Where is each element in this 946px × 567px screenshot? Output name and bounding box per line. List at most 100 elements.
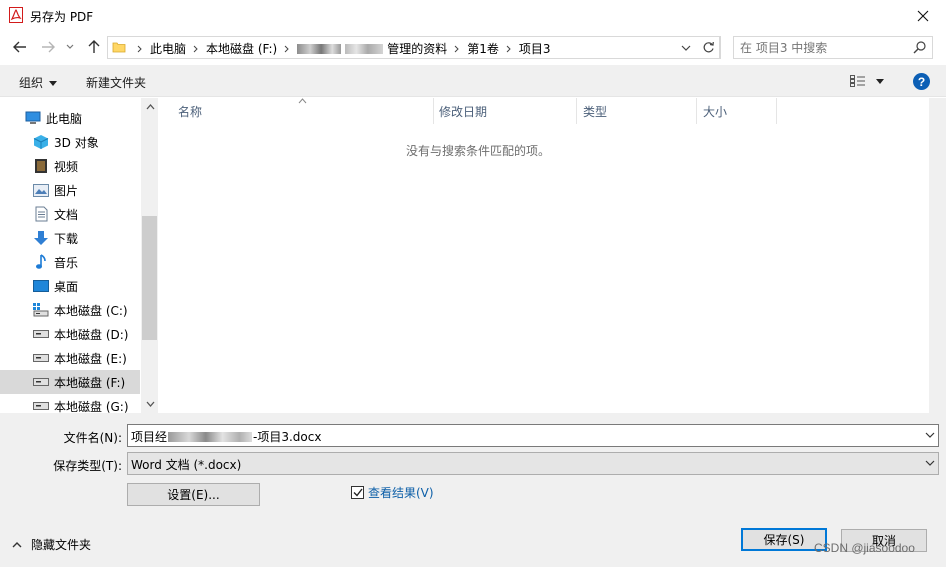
hide-folders-label: 隐藏文件夹 bbox=[31, 538, 92, 552]
pdf-icon bbox=[9, 7, 23, 23]
music-icon bbox=[33, 254, 49, 270]
folder-icon bbox=[112, 42, 126, 53]
close-button[interactable] bbox=[900, 0, 946, 31]
help-button[interactable]: ? bbox=[913, 73, 930, 90]
file-list-scrollbar[interactable] bbox=[929, 98, 946, 413]
command-bar: 组织 新建文件夹 ? bbox=[0, 65, 946, 97]
nav-item-downloads[interactable]: 下载 bbox=[0, 226, 140, 250]
nav-item-desktop[interactable]: 桌面 bbox=[0, 274, 140, 298]
new-folder-button[interactable]: 新建文件夹 bbox=[86, 74, 146, 91]
chevron-right-icon[interactable] bbox=[449, 45, 465, 53]
nav-item-drive-e[interactable]: 本地磁盘 (E:) bbox=[0, 346, 140, 370]
filetype-select[interactable]: Word 文档 (*.docx) bbox=[127, 452, 939, 475]
drive-icon bbox=[33, 374, 49, 390]
nav-item-label: 3D 对象 bbox=[54, 135, 99, 150]
chevron-right-icon[interactable] bbox=[501, 45, 517, 53]
settings-button[interactable]: 设置(E)... bbox=[127, 483, 260, 506]
chevron-right-icon[interactable] bbox=[132, 45, 148, 53]
chevron-up-icon bbox=[12, 542, 22, 548]
breadcrumb: 此电脑 本地磁盘 (F:) 管理的资料 第1卷 项目3 bbox=[132, 40, 553, 57]
breadcrumb-this-pc[interactable]: 此电脑 bbox=[148, 40, 188, 57]
nav-item-label: 下载 bbox=[54, 231, 79, 246]
drive-icon bbox=[33, 350, 49, 366]
nav-item-label: 本地磁盘 (E:) bbox=[54, 351, 127, 366]
column-header-name[interactable]: 名称 bbox=[172, 98, 434, 124]
checkmark-icon bbox=[353, 488, 363, 497]
nav-item-label: 本地磁盘 (D:) bbox=[54, 327, 129, 342]
nav-item-3d-objects[interactable]: 3D 对象 bbox=[0, 130, 140, 154]
drive-c-icon bbox=[33, 302, 49, 318]
up-button[interactable] bbox=[83, 37, 105, 57]
address-bar[interactable]: 此电脑 本地磁盘 (F:) 管理的资料 第1卷 项目3 bbox=[107, 36, 721, 59]
search-input[interactable] bbox=[740, 40, 900, 56]
search-icon[interactable] bbox=[913, 41, 926, 54]
nav-item-label: 本地磁盘 (F:) bbox=[54, 375, 126, 390]
filename-field[interactable]: 项目经 -项目3.docx bbox=[127, 424, 939, 447]
nav-item-drive-c[interactable]: 本地磁盘 (C:) bbox=[0, 298, 140, 322]
breadcrumb-volume[interactable]: 第1卷 bbox=[465, 40, 501, 57]
nav-item-label: 文档 bbox=[54, 207, 79, 222]
arrow-right-icon bbox=[42, 41, 55, 53]
breadcrumb-folder[interactable]: 管理的资料 bbox=[385, 40, 449, 57]
cube-3d-icon bbox=[33, 134, 49, 150]
filename-value[interactable]: 项目经 -项目3.docx bbox=[131, 428, 321, 445]
nav-item-label: 音乐 bbox=[54, 255, 79, 270]
window-title: 另存为 PDF bbox=[30, 10, 94, 24]
file-list[interactable]: 名称 修改日期 类型 大小 没有与搜索条件匹配的项。 bbox=[158, 98, 929, 413]
back-button[interactable] bbox=[9, 37, 31, 57]
nav-item-label: 图片 bbox=[54, 183, 79, 198]
scrollbar-thumb[interactable] bbox=[142, 216, 157, 340]
navigation-scrollbar[interactable] bbox=[141, 98, 158, 413]
nav-item-label: 本地磁盘 (G:) bbox=[54, 399, 129, 414]
download-icon bbox=[33, 230, 49, 246]
close-icon bbox=[917, 10, 929, 21]
organize-label: 组织 bbox=[19, 76, 44, 90]
filename-prefix: 项目经 bbox=[131, 430, 168, 444]
nav-item-videos[interactable]: 视频 bbox=[0, 154, 140, 178]
document-icon bbox=[33, 206, 49, 222]
arrow-up-icon bbox=[88, 40, 100, 53]
drive-icon bbox=[33, 326, 49, 342]
chevron-right-icon[interactable] bbox=[188, 45, 204, 53]
scroll-down-icon[interactable] bbox=[145, 399, 155, 409]
breadcrumb-drive-f[interactable]: 本地磁盘 (F:) bbox=[204, 40, 279, 57]
desktop-icon bbox=[33, 278, 49, 294]
scroll-up-icon[interactable] bbox=[145, 102, 155, 112]
address-dropdown[interactable] bbox=[676, 37, 696, 58]
column-header-size[interactable]: 大小 bbox=[697, 98, 777, 124]
chevron-down-icon[interactable] bbox=[925, 456, 935, 470]
refresh-icon bbox=[703, 41, 714, 53]
caret-down-icon bbox=[876, 78, 884, 84]
refresh-button[interactable] bbox=[698, 36, 720, 59]
view-result-checkbox-row[interactable]: 查看结果(V) bbox=[351, 484, 434, 501]
organize-button[interactable]: 组织 bbox=[19, 74, 58, 91]
redacted-text bbox=[168, 431, 253, 442]
nav-item-label: 桌面 bbox=[54, 279, 79, 294]
recent-locations-button[interactable] bbox=[62, 37, 78, 57]
chevron-down-icon[interactable] bbox=[925, 428, 935, 442]
view-details-icon bbox=[850, 75, 865, 87]
view-result-checkbox[interactable] bbox=[351, 486, 364, 499]
nav-item-drive-g[interactable]: 本地磁盘 (G:) bbox=[0, 394, 140, 413]
nav-item-label: 本地磁盘 (C:) bbox=[54, 303, 128, 318]
hide-folders-toggle[interactable]: 隐藏文件夹 bbox=[12, 536, 91, 553]
nav-item-documents[interactable]: 文档 bbox=[0, 202, 140, 226]
column-header-modified[interactable]: 修改日期 bbox=[433, 98, 577, 124]
redacted-text bbox=[345, 43, 384, 54]
view-result-label[interactable]: 查看结果(V) bbox=[368, 484, 434, 501]
nav-item-drive-f[interactable]: 本地磁盘 (F:) bbox=[0, 370, 140, 394]
breadcrumb-project[interactable]: 项目3 bbox=[517, 40, 553, 57]
forward-button[interactable] bbox=[37, 37, 59, 57]
nav-item-this-pc[interactable]: 此电脑 bbox=[0, 106, 140, 130]
picture-icon bbox=[33, 182, 49, 198]
filename-suffix: -项目3.docx bbox=[253, 430, 322, 444]
column-header-type[interactable]: 类型 bbox=[577, 98, 697, 124]
nav-item-music[interactable]: 音乐 bbox=[0, 250, 140, 274]
computer-icon bbox=[25, 110, 41, 126]
change-view-button[interactable] bbox=[850, 73, 890, 89]
nav-item-label: 视频 bbox=[54, 159, 79, 174]
chevron-right-icon[interactable] bbox=[279, 45, 295, 53]
nav-item-drive-d[interactable]: 本地磁盘 (D:) bbox=[0, 322, 140, 346]
nav-item-pictures[interactable]: 图片 bbox=[0, 178, 140, 202]
search-box[interactable] bbox=[733, 36, 933, 59]
